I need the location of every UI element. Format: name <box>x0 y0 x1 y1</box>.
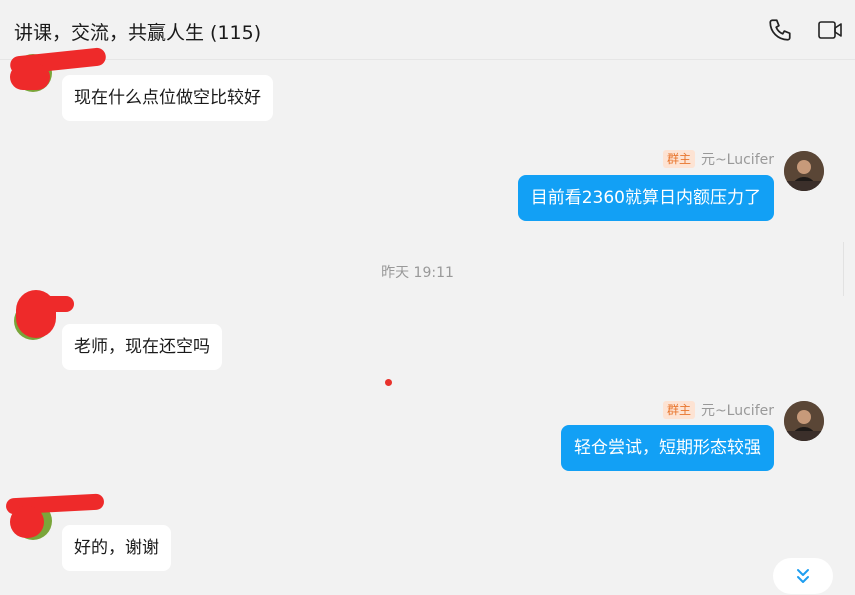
sender-name: 元~Lucifer <box>700 403 774 419</box>
message-bubble[interactable]: 老师，现在还空吗 <box>62 324 222 370</box>
redaction-mark <box>10 64 50 90</box>
scrollbar[interactable] <box>843 242 855 296</box>
avatar[interactable] <box>784 151 824 191</box>
double-chevron-down-icon <box>797 569 809 583</box>
redaction-mark <box>40 296 74 312</box>
user-photo-icon <box>784 401 824 441</box>
owner-badge: 群主 <box>662 150 695 168</box>
chat-header: 讲课，交流，共赢人生 (115) <box>0 0 855 60</box>
avatar[interactable] <box>9 47 107 92</box>
sender-info: 群主 元~Lucifer <box>662 149 774 169</box>
message-bubble-self[interactable]: 轻仓尝试，短期形态较强 <box>561 425 774 471</box>
scroll-to-bottom-button[interactable] <box>773 558 833 594</box>
message-bubble-self[interactable]: 目前看2360就算日内额压力了 <box>517 175 774 221</box>
user-photo-icon <box>784 151 824 191</box>
phone-icon[interactable] <box>767 17 793 43</box>
owner-badge: 群主 <box>662 401 695 419</box>
sender-name: 元~Lucifer <box>700 152 774 168</box>
avatar[interactable] <box>5 493 105 540</box>
redaction-mark <box>10 506 44 538</box>
avatar[interactable] <box>784 401 824 441</box>
avatar[interactable] <box>14 290 74 340</box>
chat-window: 讲课，交流，共赢人生 (115) 现在什么点位做空比较好 群主 元~Lucife… <box>0 0 855 595</box>
message-bubble[interactable]: 好的，谢谢 <box>62 525 171 571</box>
group-title: 讲课，交流，共赢人生 (115) <box>14 22 262 44</box>
message-bubble[interactable]: 现在什么点位做空比较好 <box>62 75 273 121</box>
red-dot <box>385 379 392 386</box>
sender-info: 群主 元~Lucifer <box>662 400 774 420</box>
video-camera-icon[interactable] <box>817 17 843 43</box>
timestamp-divider: 昨天 19:11 <box>381 265 454 281</box>
